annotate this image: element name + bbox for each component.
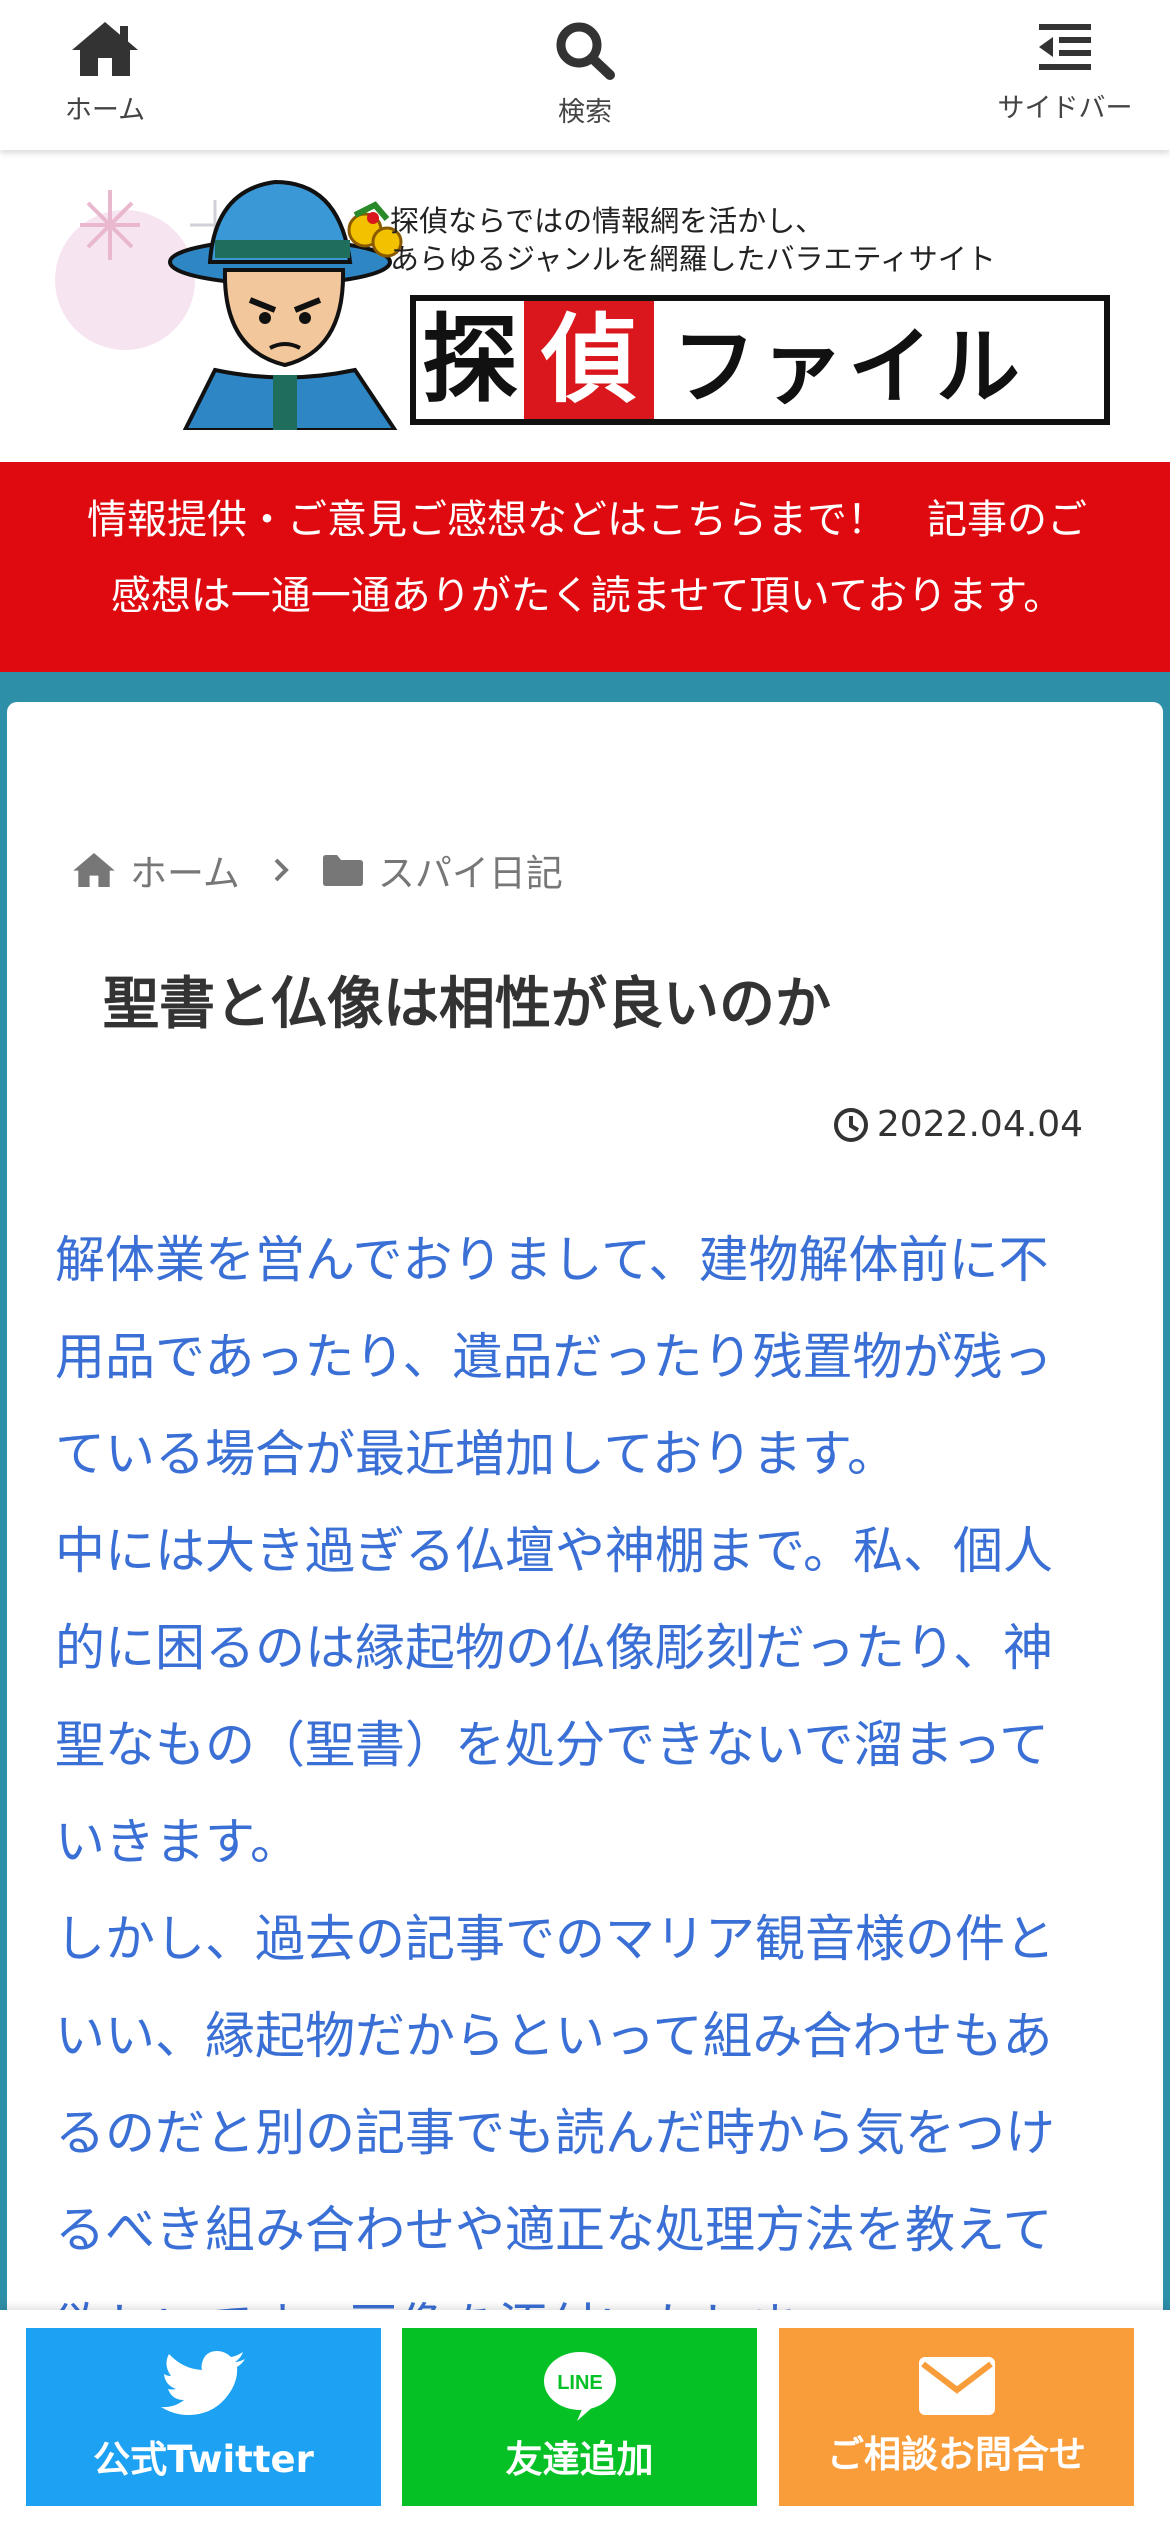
search-icon <box>556 22 615 80</box>
notice-line1: 情報提供・ご意見ご感想などはこちらまで！ 記事のご <box>87 497 1087 543</box>
notice-line2: 感想は一通一通ありがたく読ませて頂いております。 <box>110 573 1064 619</box>
contact-button[interactable]: ご相談お問合せ <box>779 2328 1134 2506</box>
detective-mascot-icon <box>168 179 403 430</box>
article-paragraph: しかし、過去の記事でのマリア観音様の件といい、縁起物だからといって組み合わせもあ… <box>55 1911 1055 2355</box>
site-header: 探偵ならではの情報網を活かし、 あらゆるジャンルを網羅したバラエティサイト 探 … <box>0 150 1170 462</box>
bottom-cta-bar: 公式Twitter LINE 友達追加 ご相談お問合せ <box>0 2310 1170 2532</box>
chevron-right-icon <box>272 857 290 883</box>
contact-button-label: ご相談お問合せ <box>827 2433 1086 2476</box>
twitter-button-label: 公式Twitter <box>93 2438 314 2481</box>
nav-search-label: 検索 <box>558 97 612 128</box>
article-date: 2022.04.04 <box>833 1104 1083 1145</box>
breadcrumb-home[interactable]: ホーム <box>72 843 240 897</box>
site-tagline-line1: 探偵ならではの情報網を活かし、 <box>390 206 825 238</box>
article-paragraph: 解体業を営んでおりまして、建物解体前に不用品であったり、遺品だったり残置物が残っ… <box>55 1232 1053 1482</box>
clock-icon <box>833 1107 868 1142</box>
nav-home-button[interactable]: ホーム <box>0 0 215 150</box>
top-nav: ホーム 検索 サイドバー <box>0 0 1170 150</box>
line-badge-text: LINE <box>557 2372 603 2394</box>
article-card: ホーム スパイ日記 聖書と仏像は相性が良いのか 2022.04.04 解体業を営… <box>7 702 1163 2532</box>
logo-kana-file: ファイル <box>672 317 1025 416</box>
sidebar-menu-icon <box>1039 24 1091 70</box>
home-icon <box>72 22 138 76</box>
nav-sidebar-label: サイドバー <box>997 93 1133 124</box>
nav-search-button[interactable]: 検索 <box>475 0 695 150</box>
envelope-icon <box>918 2357 995 2415</box>
twitter-bird-icon <box>160 2351 245 2415</box>
breadcrumb: ホーム スパイ日記 <box>72 842 563 898</box>
line-app-icon: LINE <box>543 2352 616 2421</box>
logo-char-tan: 探 <box>422 303 518 416</box>
article-paragraph: 中には大き過ぎる仏壇や神棚まで。私、個人的に困るのは縁起物の仏像彫刻だったり、神… <box>55 1523 1053 1870</box>
site-tagline-line2: あらゆるジャンルを網羅したバラエティサイト <box>390 244 996 276</box>
breadcrumb-home-label: ホーム <box>130 852 240 895</box>
home-icon <box>73 853 115 887</box>
article-body: 解体業を営んでおりまして、建物解体前に不用品であったり、遺品だったり残置物が残っ… <box>55 1212 1095 2376</box>
nav-home-label: ホーム <box>64 95 146 126</box>
twitter-button[interactable]: 公式Twitter <box>26 2328 381 2506</box>
contact-notice-banner[interactable]: 情報提供・ご意見ご感想などはこちらまで！ 記事のご 感想は一通一通ありがたく読ま… <box>0 462 1170 672</box>
site-logo-banner[interactable]: 探偵ならではの情報網を活かし、 あらゆるジャンルを網羅したバラエティサイト 探 … <box>55 170 1115 442</box>
article-title: 聖書と仏像は相性が良いのか <box>103 972 831 1037</box>
line-button-label: 友達追加 <box>505 2438 654 2481</box>
logo-char-tei: 偵 <box>524 301 654 419</box>
folder-icon <box>322 855 363 886</box>
line-add-friend-button[interactable]: LINE 友達追加 <box>402 2328 757 2506</box>
site-logo-wordmark: 探 偵 ファイル <box>410 295 1110 425</box>
article-date-text: 2022.04.04 <box>876 1104 1083 1145</box>
nav-sidebar-button[interactable]: サイドバー <box>955 0 1170 150</box>
breadcrumb-category-label: スパイ日記 <box>377 852 563 895</box>
breadcrumb-category[interactable]: スパイ日記 <box>322 843 563 897</box>
